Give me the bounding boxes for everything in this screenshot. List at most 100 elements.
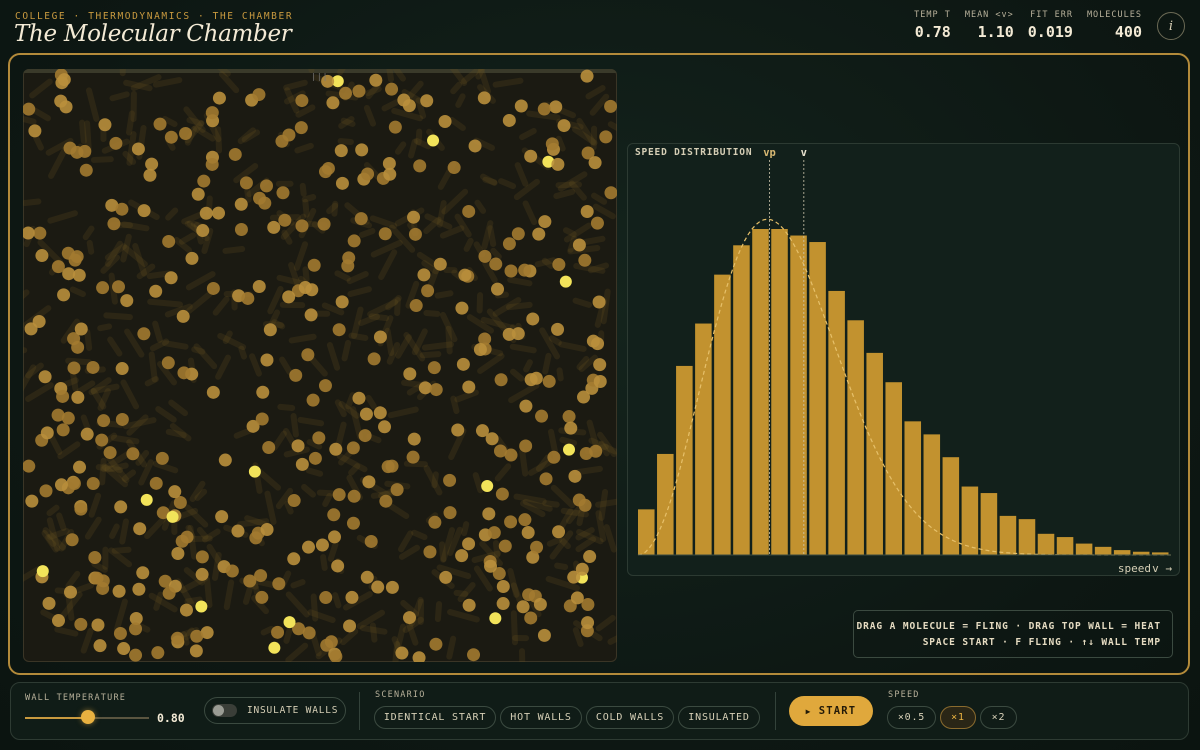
- molecule[interactable]: [321, 161, 335, 175]
- molecule[interactable]: [334, 144, 348, 158]
- molecule[interactable]: [109, 136, 123, 150]
- scenario-identical-start-button[interactable]: IDENTICAL START: [374, 706, 496, 729]
- insulate-walls-toggle[interactable]: INSULATE WALLS: [204, 697, 346, 724]
- molecule[interactable]: [137, 327, 151, 341]
- molecule[interactable]: [287, 552, 301, 566]
- molecule[interactable]: [267, 220, 281, 234]
- molecule[interactable]: [552, 525, 566, 539]
- molecule[interactable]: [364, 534, 378, 548]
- molecule[interactable]: [239, 176, 253, 190]
- molecule[interactable]: [373, 406, 387, 420]
- molecule[interactable]: [358, 429, 372, 443]
- molecule[interactable]: [516, 600, 530, 614]
- molecule[interactable]: [36, 565, 49, 578]
- molecule[interactable]: [282, 290, 296, 304]
- molecule[interactable]: [65, 533, 79, 547]
- molecule[interactable]: [552, 258, 566, 272]
- molecule[interactable]: [429, 637, 443, 651]
- molecule[interactable]: [593, 374, 607, 388]
- molecule[interactable]: [462, 537, 476, 551]
- molecule[interactable]: [518, 263, 532, 277]
- molecule[interactable]: [28, 124, 42, 138]
- molecule[interactable]: [315, 538, 329, 552]
- molecule[interactable]: [260, 353, 274, 367]
- molecule[interactable]: [498, 539, 512, 553]
- molecule[interactable]: [131, 142, 145, 156]
- molecule[interactable]: [412, 651, 426, 662]
- molecule[interactable]: [581, 616, 595, 630]
- molecule[interactable]: [580, 69, 594, 83]
- molecule[interactable]: [373, 330, 387, 344]
- molecule[interactable]: [162, 234, 176, 248]
- info-icon[interactable]: i: [1157, 12, 1185, 40]
- molecule[interactable]: [504, 448, 518, 462]
- molecule[interactable]: [115, 412, 129, 426]
- molecule[interactable]: [136, 566, 150, 580]
- molecule[interactable]: [63, 141, 77, 155]
- molecule[interactable]: [115, 362, 129, 376]
- molecule[interactable]: [298, 281, 312, 295]
- molecule[interactable]: [451, 423, 465, 437]
- molecule[interactable]: [35, 249, 49, 263]
- molecule[interactable]: [511, 227, 525, 241]
- molecule[interactable]: [295, 94, 309, 108]
- molecule[interactable]: [455, 549, 469, 563]
- molecule[interactable]: [263, 323, 277, 337]
- molecule[interactable]: [317, 217, 331, 231]
- molecule[interactable]: [549, 100, 563, 114]
- molecule[interactable]: [195, 550, 209, 564]
- molecule[interactable]: [537, 102, 551, 116]
- molecule[interactable]: [215, 510, 229, 524]
- molecule[interactable]: [443, 473, 457, 487]
- molecule[interactable]: [354, 212, 368, 226]
- molecule[interactable]: [287, 494, 301, 508]
- molecule[interactable]: [234, 197, 248, 211]
- molecule[interactable]: [339, 86, 353, 100]
- molecule[interactable]: [413, 159, 427, 173]
- molecule[interactable]: [304, 308, 318, 322]
- molecule[interactable]: [162, 586, 176, 600]
- molecule[interactable]: [86, 360, 100, 374]
- molecule[interactable]: [253, 191, 267, 205]
- molecule[interactable]: [93, 639, 107, 653]
- molecule[interactable]: [107, 217, 121, 231]
- molecule[interactable]: [307, 258, 321, 272]
- molecule[interactable]: [56, 423, 70, 437]
- molecule[interactable]: [482, 507, 496, 521]
- molecule[interactable]: [180, 530, 194, 544]
- speed-half-button[interactable]: ×0.5: [887, 706, 936, 729]
- wall-temp-slider-knob[interactable]: [81, 710, 95, 724]
- molecule[interactable]: [495, 487, 509, 501]
- molecule[interactable]: [511, 327, 525, 341]
- molecule[interactable]: [494, 373, 508, 387]
- molecule[interactable]: [406, 450, 420, 464]
- molecule[interactable]: [291, 439, 305, 453]
- molecule[interactable]: [572, 493, 586, 507]
- molecule[interactable]: [455, 301, 469, 315]
- molecule[interactable]: [312, 431, 326, 445]
- molecule[interactable]: [467, 648, 481, 662]
- molecule[interactable]: [57, 288, 71, 302]
- molecule[interactable]: [80, 427, 94, 441]
- molecule[interactable]: [278, 213, 292, 227]
- molecule[interactable]: [262, 440, 276, 454]
- molecule[interactable]: [126, 447, 140, 461]
- molecule[interactable]: [96, 574, 110, 588]
- molecule[interactable]: [268, 641, 281, 654]
- molecule[interactable]: [33, 226, 47, 240]
- molecule[interactable]: [155, 451, 169, 465]
- molecule[interactable]: [542, 374, 556, 388]
- molecule[interactable]: [496, 597, 510, 611]
- molecule[interactable]: [580, 204, 594, 218]
- molecule[interactable]: [568, 469, 582, 483]
- molecule[interactable]: [197, 174, 211, 188]
- molecule-chamber[interactable]: [23, 69, 617, 662]
- molecule[interactable]: [335, 295, 349, 309]
- scenario-hot-walls-button[interactable]: HOT WALLS: [500, 706, 582, 729]
- molecule[interactable]: [361, 167, 375, 181]
- molecule[interactable]: [504, 515, 518, 529]
- molecule[interactable]: [519, 399, 533, 413]
- molecule[interactable]: [255, 412, 269, 426]
- molecule[interactable]: [39, 484, 53, 498]
- molecule[interactable]: [481, 480, 494, 493]
